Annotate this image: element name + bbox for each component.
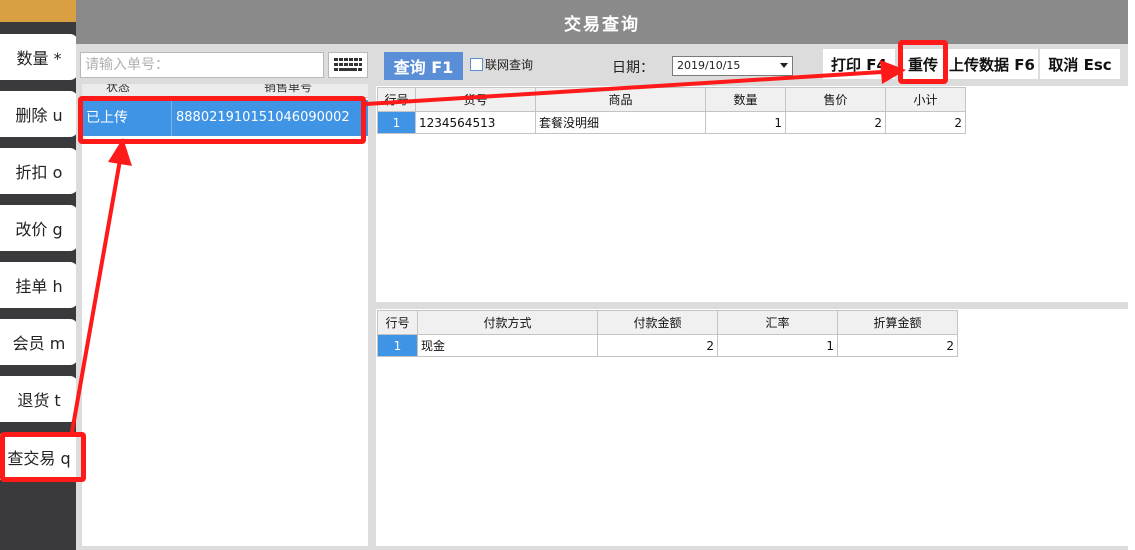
keyboard-button[interactable] xyxy=(328,52,368,78)
query-button[interactable]: 查询 F1 xyxy=(384,52,463,80)
payment-table-header: 行号 付款方式 付款金额 汇率 折算金额 xyxy=(377,310,958,335)
goods-header-price: 售价 xyxy=(785,87,886,112)
goods-table-area: 行号 货号 商品 数量 售价 小计 1 1234564513 套餐没明细 1 2… xyxy=(376,86,1128,302)
table-row[interactable]: 1 1234564513 套餐没明细 1 2 2 xyxy=(377,111,966,134)
goods-cell-product: 套餐没明细 xyxy=(535,111,706,134)
side-button-return[interactable]: 退货 t xyxy=(0,376,78,422)
list-header-order-no: 销售单号 xyxy=(264,84,313,94)
keyboard-icon xyxy=(332,56,364,74)
payment-cell-converted: 2 xyxy=(837,334,958,357)
payment-cell-method: 现金 xyxy=(417,334,598,357)
order-list-panel: 状态 销售单号 已上传 888021910151046090002 xyxy=(82,84,368,546)
goods-header-row-no: 行号 xyxy=(377,87,416,112)
date-picker[interactable]: 2019/10/15 xyxy=(672,56,793,76)
side-button-delete[interactable]: 删除 u xyxy=(0,91,78,137)
payment-cell-amount: 2 xyxy=(597,334,718,357)
dialog-right-edge xyxy=(1128,0,1135,550)
payment-header-method: 付款方式 xyxy=(417,310,598,335)
dialog-title: 交易查询 xyxy=(76,0,1128,44)
online-query-label: 联网查询 xyxy=(485,58,534,72)
highlight-box-selected-order xyxy=(78,96,366,144)
payment-header-amount: 付款金额 xyxy=(597,310,718,335)
top-accent-bar xyxy=(0,0,78,22)
order-search-input[interactable] xyxy=(80,52,324,78)
goods-header-product: 商品 xyxy=(535,87,706,112)
goods-cell-subtotal: 2 xyxy=(885,111,966,134)
cancel-button[interactable]: 取消 Esc xyxy=(1040,49,1120,79)
goods-table-header: 行号 货号 商品 数量 售价 小计 xyxy=(377,87,966,112)
list-header-status: 状态 xyxy=(106,84,131,94)
payment-header-row-no: 行号 xyxy=(377,310,418,335)
goods-header-subtotal: 小计 xyxy=(885,87,966,112)
goods-header-qty: 数量 xyxy=(705,87,786,112)
payment-table-area: 行号 付款方式 付款金额 汇率 折算金额 1 现金 2 1 2 xyxy=(376,309,1128,546)
goods-cell-price: 2 xyxy=(785,111,886,134)
date-label: 日期： xyxy=(612,60,654,76)
payment-header-rate: 汇率 xyxy=(717,310,838,335)
date-value: 2019/10/15 xyxy=(677,59,741,72)
goods-cell-row-no: 1 xyxy=(377,111,416,134)
highlight-box-query-transaction xyxy=(0,432,86,482)
goods-table: 行号 货号 商品 数量 售价 小计 1 1234564513 套餐没明细 1 2… xyxy=(377,87,966,134)
side-button-member[interactable]: 会员 m xyxy=(0,319,78,365)
highlight-box-reupload xyxy=(898,40,948,84)
goods-cell-sku: 1234564513 xyxy=(415,111,536,134)
side-button-hold-order[interactable]: 挂单 h xyxy=(0,262,78,308)
transaction-query-dialog: 交易查询 状态 销售单号 已上传 888021910151046090002 查… xyxy=(76,0,1135,550)
side-button-discount[interactable]: 折扣 o xyxy=(0,148,78,194)
goods-cell-qty: 1 xyxy=(705,111,786,134)
goods-header-sku: 货号 xyxy=(415,87,536,112)
print-button[interactable]: 打印 F4 xyxy=(823,49,895,79)
chevron-down-icon xyxy=(780,63,788,68)
upload-data-button[interactable]: 上传数据 F6 xyxy=(946,49,1038,79)
side-button-change-price[interactable]: 改价 g xyxy=(0,205,78,251)
payment-table: 行号 付款方式 付款金额 汇率 折算金额 1 现金 2 1 2 xyxy=(377,310,958,357)
payment-cell-row-no: 1 xyxy=(377,334,418,357)
online-query-checkbox[interactable] xyxy=(470,58,483,71)
table-row[interactable]: 1 现金 2 1 2 xyxy=(377,334,958,357)
payment-cell-rate: 1 xyxy=(717,334,838,357)
side-button-quantity[interactable]: 数量 * xyxy=(0,34,78,80)
payment-header-converted: 折算金额 xyxy=(837,310,958,335)
